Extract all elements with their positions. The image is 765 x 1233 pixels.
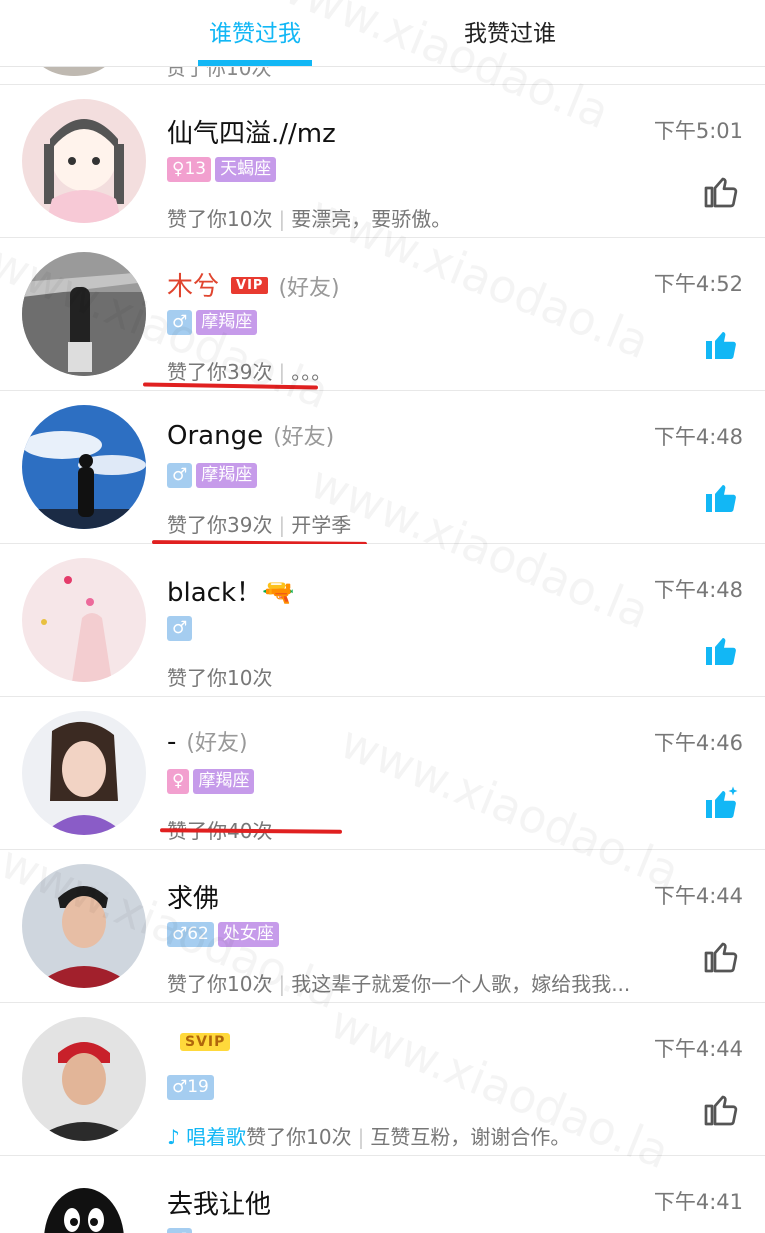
friend-tag: (好友) — [278, 276, 340, 301]
like-summary: 赞了你10次 | 我这辈子就爱你一个人歌，嫁给我我... — [167, 968, 630, 997]
gender-age-badge: ♂ — [167, 310, 193, 335]
list-item[interactable]: 求佛 下午4:44 ♂62 处女座 赞了你10次 | 我这辈子就爱你一个人歌，嫁给我… — [0, 850, 765, 1003]
list-item[interactable]: SVIP 下午4:44 ♂19 ♪ 唱着歌赞了你10次 | 互赞互粉，谢谢合作。 — [0, 1003, 765, 1156]
like-count: 赞了你10次 — [167, 666, 273, 690]
avatar[interactable] — [22, 99, 146, 223]
separator: | — [278, 513, 286, 537]
zodiac-badge: 摩羯座 — [193, 769, 255, 794]
timestamp: 下午4:41 — [653, 1190, 743, 1214]
timestamp: 下午4:48 — [653, 578, 743, 602]
user-name[interactable]: - (好友) — [167, 725, 248, 757]
thumb-filled-icon[interactable] — [703, 479, 739, 515]
separator: | — [278, 972, 286, 996]
tab-who-liked-me[interactable]: 谁赞过我 — [155, 14, 355, 48]
list-item-partial[interactable]: 赞了你10次 — [0, 66, 765, 85]
like-count: 赞了你39次 — [167, 360, 273, 384]
avatar[interactable] — [22, 252, 146, 376]
timestamp: 下午4:44 — [653, 884, 743, 908]
gender-age-badge: ♂ — [167, 463, 193, 488]
user-name[interactable]: black！🔫 — [167, 572, 294, 609]
like-count: 赞了你39次 — [167, 513, 273, 537]
svip-badge: SVIP — [180, 1033, 231, 1051]
gender-age-badge: ♂ — [167, 1228, 193, 1233]
avatar[interactable] — [22, 405, 146, 529]
signature: 我这辈子就爱你一个人歌，嫁给我我... — [291, 972, 631, 996]
zodiac-badge: 处女座 — [217, 922, 279, 947]
like-count: 赞了你10次 — [167, 207, 273, 231]
list-item[interactable]: -(好友) 下午4:46 ♀ 摩羯座 赞了你40次 — [0, 697, 765, 850]
like-summary: 赞了你39次 | 开学季 — [167, 509, 351, 538]
list-item[interactable]: 仙气四溢.//mz 下午5:01 ♀13 天蝎座 赞了你10次 | 要漂亮，要骄傲。 — [0, 85, 765, 238]
timestamp: 下午4:46 — [653, 731, 743, 755]
thumb-filled-icon[interactable] — [703, 326, 739, 362]
signature: 要漂亮，要骄傲。 — [291, 207, 452, 231]
thumb-outline-icon[interactable] — [703, 938, 739, 974]
list-item[interactable]: Orange (好友) 下午4:48 ♂ 摩羯座 赞了你39次 | 开学季 — [0, 391, 765, 546]
user-name[interactable]: 仙气四溢.//mz — [167, 113, 336, 150]
qq-penguin-avatar[interactable] — [22, 1170, 146, 1233]
signature: 互赞互粉，谢谢合作。 — [370, 1125, 571, 1149]
thumb-outline-icon[interactable] — [703, 173, 739, 209]
avatar[interactable] — [22, 558, 146, 682]
tab-bar: 谁赞过我 我赞过谁 — [0, 0, 765, 67]
user-name[interactable]: Orange (好友) — [167, 419, 334, 451]
singing-status[interactable]: ♪ 唱着歌 — [167, 1125, 246, 1149]
timestamp: 下午4:48 — [653, 425, 743, 449]
timestamp: 下午4:52 — [653, 272, 743, 296]
zodiac-badge: 摩羯座 — [196, 463, 258, 488]
signature: 开学季 — [291, 513, 352, 537]
separator: | — [278, 360, 286, 384]
like-count: 赞了你10次 — [246, 1125, 352, 1149]
user-name[interactable]: 去我让他 — [167, 1184, 271, 1221]
zodiac-badge: 天蝎座 — [215, 157, 277, 182]
active-tab-indicator — [198, 60, 312, 66]
like-summary: 赞了你39次 |。。。 — [167, 356, 331, 385]
list-item[interactable]: 木兮 VIP (好友) 下午4:52 ♂ 摩羯座 赞了你39次 |。。。 — [0, 238, 765, 391]
separator: | — [357, 1125, 365, 1149]
gender-age-badge: ♂19 — [167, 1075, 214, 1100]
gender-age-badge: ♀13 — [167, 157, 212, 182]
list-item[interactable]: black！🔫 下午4:48 ♂ 赞了你10次 — [0, 544, 765, 697]
thumb-outline-icon[interactable] — [703, 1091, 739, 1127]
timestamp: 下午4:44 — [653, 1037, 743, 1061]
vip-badge: VIP — [231, 277, 269, 294]
timestamp: 下午5:01 — [653, 119, 743, 143]
like-summary: 赞了你10次 | 要漂亮，要骄傲。 — [167, 203, 451, 232]
avatar[interactable] — [22, 1017, 146, 1141]
like-summary: ♪ 唱着歌赞了你10次 | 互赞互粉，谢谢合作。 — [167, 1121, 570, 1150]
zodiac-badge: 摩羯座 — [196, 310, 258, 335]
signature: 。。。 — [291, 360, 332, 384]
avatar — [34, 66, 114, 76]
gender-age-badge: ♂62 — [167, 922, 214, 947]
like-count: 赞了你10次 — [166, 66, 272, 80]
gender-age-badge: ♂ — [167, 616, 193, 641]
friend-tag: (好友) — [273, 425, 335, 450]
gender-age-badge: ♀ — [167, 769, 190, 794]
list-item[interactable]: 去我让他 下午4:41 ♂ — [0, 1156, 765, 1233]
like-summary: 赞了你10次 — [167, 662, 272, 691]
friend-tag: (好友) — [186, 731, 248, 756]
thumb-sparkle-icon[interactable] — [703, 785, 739, 821]
user-name[interactable]: 木兮 VIP (好友) — [167, 266, 340, 303]
user-name[interactable]: 求佛 — [167, 878, 219, 915]
thumb-filled-icon[interactable] — [703, 632, 739, 668]
avatar[interactable] — [22, 864, 146, 988]
separator: | — [278, 207, 286, 231]
tab-who-i-liked[interactable]: 我赞过谁 — [410, 14, 610, 48]
like-count: 赞了你10次 — [167, 972, 273, 996]
avatar[interactable] — [22, 711, 146, 835]
